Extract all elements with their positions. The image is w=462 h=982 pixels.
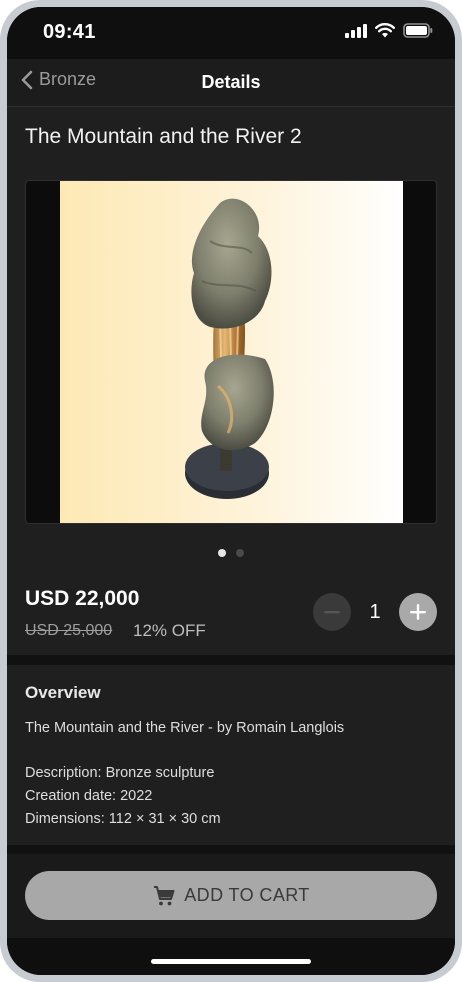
battery-icon bbox=[403, 23, 433, 38]
discount-label: 12% OFF bbox=[133, 621, 206, 640]
pagination-dot[interactable] bbox=[236, 549, 244, 557]
quantity-stepper: 1 bbox=[313, 593, 437, 633]
overview-dimensions: Dimensions: 112 × 31 × 30 cm bbox=[25, 811, 221, 827]
signal-icon bbox=[345, 23, 367, 38]
section-divider bbox=[7, 655, 455, 665]
status-icons bbox=[345, 23, 433, 38]
decrease-quantity-button[interactable] bbox=[313, 593, 351, 631]
navigation-bar: Bronze Details bbox=[7, 59, 455, 107]
current-price: USD 22,000 bbox=[25, 587, 140, 610]
quantity-value: 1 bbox=[369, 601, 381, 623]
minus-icon bbox=[324, 611, 340, 614]
overview-subtitle: The Mountain and the River - by Romain L… bbox=[25, 720, 345, 736]
home-indicator[interactable] bbox=[151, 959, 311, 964]
overview-description: Description: Bronze sculpture bbox=[25, 765, 215, 781]
add-to-cart-button[interactable]: ADD TO CART bbox=[25, 871, 437, 920]
overview-heading: Overview bbox=[25, 683, 101, 702]
bottom-safe-area bbox=[7, 938, 455, 975]
wifi-icon bbox=[375, 23, 395, 38]
overview-creation-date: Creation date: 2022 bbox=[25, 788, 153, 804]
image-carousel[interactable] bbox=[25, 180, 437, 524]
page-title: Details bbox=[201, 72, 261, 92]
plus-icon bbox=[410, 604, 426, 620]
status-time: 09:41 bbox=[43, 21, 96, 43]
carousel-pagination[interactable] bbox=[7, 549, 455, 557]
status-bar: 09:41 bbox=[7, 7, 455, 59]
device-frame: 09:41 Bronze Details The Mountain and th… bbox=[0, 0, 462, 982]
screen: 09:41 Bronze Details The Mountain and th… bbox=[7, 7, 455, 975]
original-price: USD 25,000 bbox=[25, 622, 113, 639]
increase-quantity-button[interactable] bbox=[399, 593, 437, 631]
product-image bbox=[60, 181, 403, 523]
cart-icon bbox=[154, 885, 175, 905]
pagination-dot-active[interactable] bbox=[218, 549, 226, 557]
sculpture-illustration bbox=[185, 198, 274, 499]
add-to-cart-label: ADD TO CART bbox=[184, 885, 310, 905]
product-title: The Mountain and the River 2 bbox=[25, 125, 302, 148]
